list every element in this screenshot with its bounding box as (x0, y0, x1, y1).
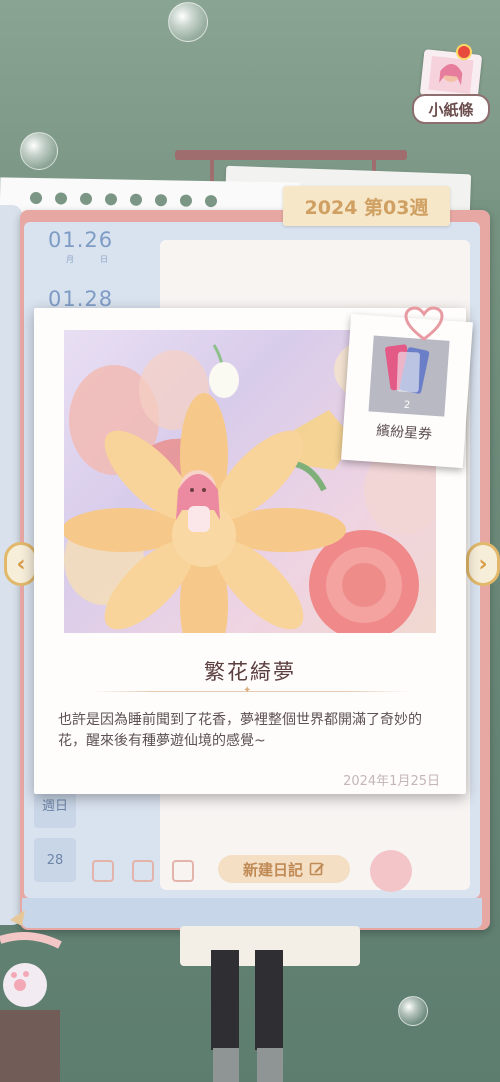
pink-round-button[interactable] (370, 850, 412, 892)
new-diary-label: 新建日記 (242, 860, 303, 879)
bubble-decoration (398, 996, 428, 1026)
bubble-decoration (168, 2, 208, 42)
date-entry[interactable]: 01.26 (48, 228, 113, 252)
card-date: 2024年1月25日 (343, 774, 440, 789)
notification-dot (456, 44, 472, 60)
side-day-label: 28 (34, 838, 76, 882)
diary-bottom-edge (22, 898, 482, 928)
reward-name: 繽紛星券 (375, 422, 433, 443)
checkbox[interactable] (132, 860, 154, 882)
card-title: 繁花綺夢 (204, 660, 296, 684)
prev-arrow-button[interactable]: ‹ (4, 542, 38, 586)
month-label: 月 (66, 255, 74, 264)
divider-star-icon: ✦ (243, 685, 252, 696)
checkbox[interactable] (172, 860, 194, 882)
card-description: 也許是因為睡前聞到了花香，夢裡整個世界都開滿了奇妙的花，醒來後有種夢遊仙境的感覺… (58, 712, 422, 749)
day-label: 日 (100, 255, 108, 264)
new-diary-button[interactable]: 新建日記 (218, 855, 350, 883)
note-button[interactable]: 小紙條 (412, 94, 490, 124)
bubble-decoration (20, 132, 58, 170)
edit-icon (309, 862, 324, 876)
checkbox[interactable] (92, 860, 114, 882)
pet-ornament (0, 910, 62, 1082)
week-tag: 2024 第03週 (283, 186, 450, 226)
avatar-icon (428, 55, 474, 95)
next-arrow-button[interactable]: › (466, 542, 500, 586)
heart-icon (404, 306, 444, 341)
character-legs (211, 950, 283, 1082)
